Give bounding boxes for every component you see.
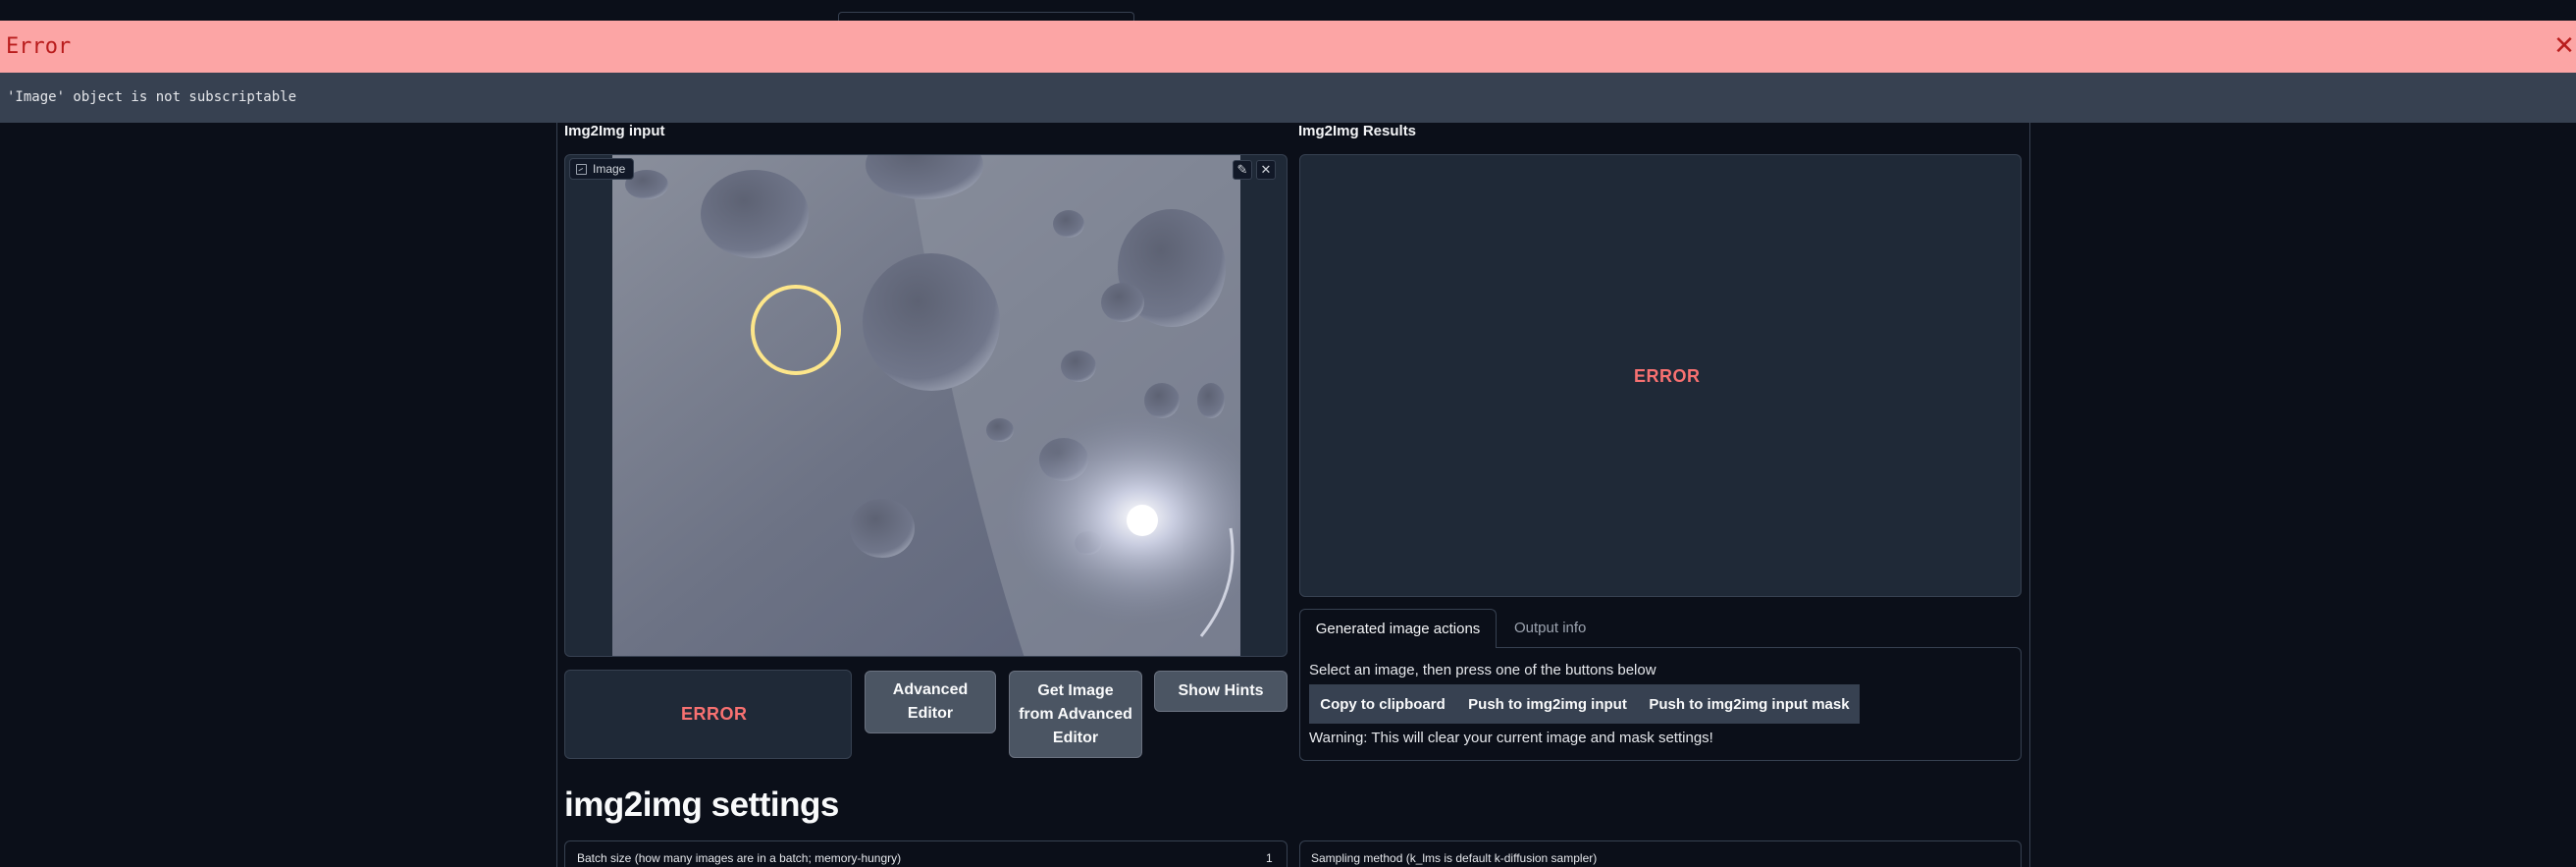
settings-title: img2img settings [564,786,839,824]
image-chip-label: Image [593,162,626,176]
top-bar [0,0,2576,26]
progress-error-status: ERROR [681,704,748,724]
sampling-method-label: Sampling method (k_lms is default k-diff… [1311,851,1598,865]
error-message: 'Image' object is not subscriptable [7,89,297,105]
show-hints-button[interactable]: Show Hints [1154,671,1288,712]
batch-size-value[interactable]: 1 [1266,851,1273,865]
get-image-from-editor-button[interactable]: Get Image from Advanced Editor [1009,671,1142,758]
app-page: Error ✕ 'Image' object is not subscripta… [0,0,2576,867]
results-panel: ERROR [1299,154,2022,597]
get-image-label: Get Image from Advanced Editor [1019,679,1132,750]
error-banner-body: 'Image' object is not subscriptable [0,73,2576,123]
actions-instruction: Select an image, then press one of the b… [1309,662,1656,678]
container-right-border [2029,123,2030,867]
input-section-label: Img2Img input [564,123,665,139]
advanced-editor-line-1: Advanced [892,681,969,698]
input-image [612,155,1240,656]
get-image-line-3: Editor [1052,729,1099,746]
error-banner-header: Error ✕ [0,21,2576,73]
advanced-editor-button[interactable]: Advanced Editor [865,671,996,733]
image-icon [576,163,587,175]
actions-warning: Warning: This will clear your current im… [1309,730,1713,746]
tab-generated-image-actions[interactable]: Generated image actions [1299,609,1497,648]
advanced-editor-label: Advanced Editor [893,678,968,726]
advanced-editor-line-2: Editor [907,705,954,722]
progress-status-box: ERROR [564,670,852,759]
results-section-label: Img2Img Results [1298,123,1417,139]
copy-to-clipboard-button[interactable]: Copy to clipboard [1309,684,1456,724]
close-icon[interactable]: ✕ [2552,30,2576,60]
image-input-panel[interactable]: Image ✎ ✕ [564,154,1288,657]
results-error-status: ERROR [1634,366,1701,386]
get-image-line-1: Get Image [1037,681,1114,699]
batch-size-label: Batch size (how many images are in a bat… [577,851,902,865]
image-chip: Image [569,158,635,180]
get-image-line-2: from Advanced [1019,705,1132,723]
container-left-border [556,123,557,867]
error-title: Error [6,34,72,59]
tab-output-info[interactable]: Output info [1514,620,1586,636]
edit-icon[interactable]: ✎ [1233,160,1252,180]
clear-image-icon[interactable]: ✕ [1256,160,1276,180]
push-to-img2img-mask-button[interactable]: Push to img2img input mask [1639,684,1860,724]
push-to-img2img-input-button[interactable]: Push to img2img input [1456,684,1639,724]
